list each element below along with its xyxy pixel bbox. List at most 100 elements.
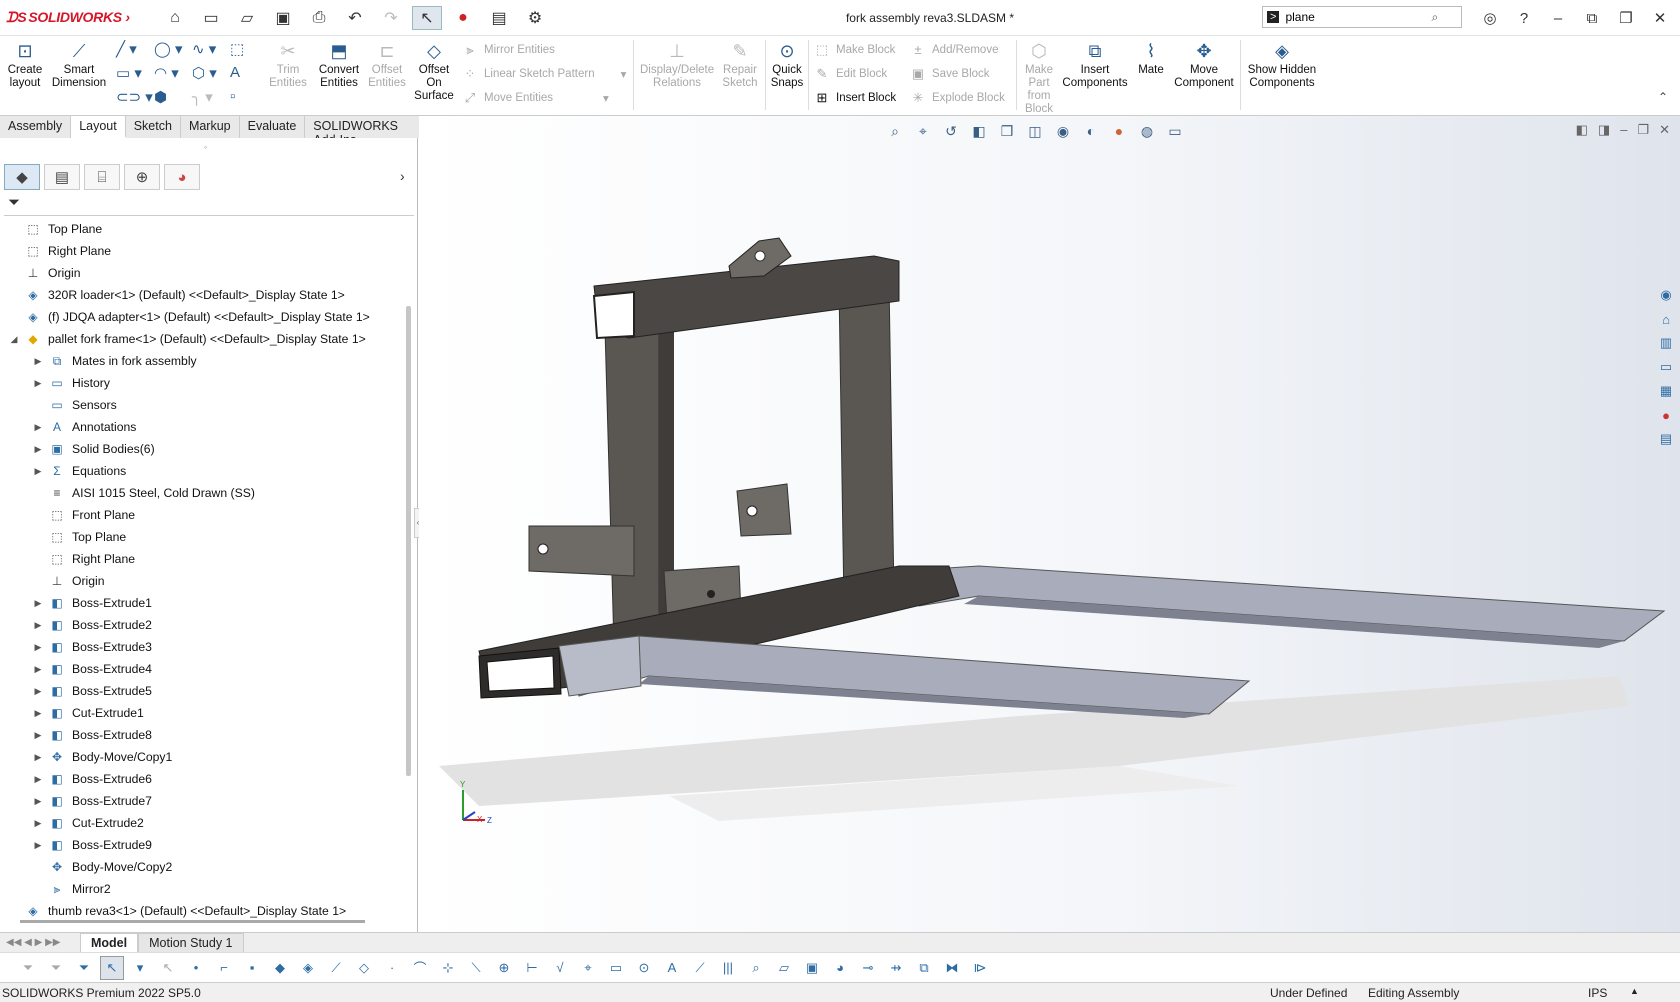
tree-node[interactable]: ⫸ Mirror2	[0, 878, 405, 900]
filter-mesh-fins-icon[interactable]: ⧓	[940, 956, 964, 980]
filter-planes-icon[interactable]: ◇	[352, 956, 376, 980]
add-remove-button[interactable]: ± Add/Remove	[910, 42, 998, 57]
filter-mid-plane-icon[interactable]: ⊸	[856, 956, 880, 980]
tree-node[interactable]: ⬚ Front Plane	[0, 504, 405, 526]
move-component-button[interactable]: ✥ Move Component	[1172, 36, 1236, 90]
tree-vertical-scrollbar[interactable]	[406, 306, 411, 776]
expand-arrow-icon[interactable]: ▶	[32, 444, 44, 455]
units-selector[interactable]: IPS	[1588, 986, 1607, 1000]
explode-block-button[interactable]: ✳ Explode Block	[910, 90, 1005, 106]
expand-arrow-icon[interactable]: ▶	[32, 642, 44, 653]
collapse-ribbon-icon[interactable]: ⌃	[1658, 90, 1668, 104]
filter-faces-icon[interactable]: ▪	[240, 956, 264, 980]
tree-node[interactable]: ≡ AISI 1015 Steel, Cold Drawn (SS)	[0, 482, 405, 504]
filter-surface-bodies-icon[interactable]: ◆	[268, 956, 292, 980]
tile-windows-icon[interactable]: ⧉	[1578, 6, 1606, 30]
save-block-button[interactable]: ▣ Save Block	[910, 66, 990, 82]
search-icon[interactable]: ⌕	[1431, 10, 1438, 25]
expand-panel-icon[interactable]: ›	[400, 168, 405, 184]
spline-icon[interactable]: ∿ ▾	[192, 40, 230, 58]
search-input[interactable]	[1285, 10, 1426, 24]
circle-icon[interactable]: ◯ ▾	[154, 40, 192, 58]
filter-weld-symbols-icon[interactable]: A	[660, 956, 684, 980]
close-icon[interactable]: ✕	[1646, 6, 1674, 30]
clear-filter-icon[interactable]: ⏷	[44, 956, 68, 980]
linear-sketch-pattern-button[interactable]: ⁘ Linear Sketch Pattern ▾	[462, 66, 627, 82]
tree-node[interactable]: ⊥ Origin	[0, 262, 405, 284]
make-block-button[interactable]: ⬚ Make Block	[814, 42, 896, 58]
quick-snaps-button[interactable]: ⊙ Quick Snaps	[768, 36, 806, 90]
expand-arrow-icon[interactable]: ▶	[32, 422, 44, 433]
tree-node[interactable]: ▶ ◧ Boss-Extrude7	[0, 790, 405, 812]
expand-arrow-icon[interactable]: ▶	[32, 620, 44, 631]
point-icon[interactable]: ▫	[230, 88, 268, 106]
expand-arrow-icon[interactable]: ▶	[32, 664, 44, 675]
configuration-manager-tab-icon[interactable]: ⌸	[84, 164, 120, 190]
mirror-entities-button[interactable]: ⫸ Mirror Entities	[462, 42, 555, 58]
tree-node[interactable]: ▶ ◧ Boss-Extrude4	[0, 658, 405, 680]
smart-dimension-button[interactable]: ⟋ Smart Dimension	[50, 36, 108, 90]
rectangle-icon[interactable]: ▭ ▾	[116, 64, 154, 82]
toggle-filter-icon[interactable]: ⏷	[16, 956, 40, 980]
filter-dimensions-icon[interactable]: ⊢	[520, 956, 544, 980]
property-manager-tab-icon[interactable]: ▤	[44, 164, 80, 190]
expand-arrow-icon[interactable]: ▶	[32, 598, 44, 609]
insert-components-button[interactable]: ⧉ Insert Components	[1060, 36, 1130, 90]
filter-edges-icon[interactable]: ⌐	[212, 956, 236, 980]
tree-node[interactable]: ◈ 320R loader<1> (Default) <<Default>_Dis…	[0, 284, 405, 306]
tree-node[interactable]: ▶ ◧ Boss-Extrude2	[0, 614, 405, 636]
file-explorer-icon[interactable]: ▭	[1654, 356, 1678, 378]
tree-node[interactable]: ◢ ◆ pallet fork frame<1> (Default) <<Defau…	[0, 328, 405, 350]
display-delete-relations-button[interactable]: ⊥ Display/Delete Relations	[640, 36, 714, 90]
collapse-arrow-icon[interactable]: ◢	[8, 334, 20, 345]
construction-icon[interactable]: ⬚	[230, 40, 268, 58]
tab-solidworks-addins[interactable]: SOLIDWORKS Add-Ins	[305, 116, 420, 147]
trim-entities-button[interactable]: ✂ Trim Entities	[268, 36, 308, 90]
hexagon-icon[interactable]: ⬢	[154, 88, 192, 106]
tree-node[interactable]: ▶ A Annotations	[0, 416, 405, 438]
tree-node[interactable]: ▶ ▭ History	[0, 372, 405, 394]
create-layout-button[interactable]: ⊡ Create layout	[4, 36, 46, 90]
tree-node[interactable]: ▶ ◧ Boss-Extrude3	[0, 636, 405, 658]
expand-arrow-icon[interactable]: ▶	[32, 356, 44, 367]
expand-arrow-icon[interactable]: ▶	[32, 774, 44, 785]
filter-dowel-pins-icon[interactable]: ▱	[772, 956, 796, 980]
tree-node[interactable]: ▶ ◧ Cut-Extrude2	[0, 812, 405, 834]
filter-routing-points-icon[interactable]: ◕	[828, 956, 852, 980]
tree-node[interactable]: ▶ ◧ Boss-Extrude1	[0, 592, 405, 614]
fork-assembly-model[interactable]	[419, 116, 1680, 932]
tree-node[interactable]: ▶ ◧ Boss-Extrude6	[0, 768, 405, 790]
select-arrow-icon[interactable]: ↖	[100, 955, 124, 980]
user-account-icon[interactable]: ◎	[1476, 6, 1504, 30]
filter-sketch-points-icon[interactable]: ⊹	[436, 956, 460, 980]
tab-motion-study-1[interactable]: Motion Study 1	[138, 932, 244, 953]
tree-node[interactable]: ⊥ Origin	[0, 570, 405, 592]
tree-node[interactable]: ▶ ◧ Boss-Extrude8	[0, 724, 405, 746]
tree-node[interactable]: ▭ Sensors	[0, 394, 405, 416]
tree-node[interactable]: ▶ ▣ Solid Bodies(6)	[0, 438, 405, 460]
expand-arrow-icon[interactable]: ▶	[32, 466, 44, 477]
tab-layout[interactable]: Layout	[71, 116, 126, 138]
tree-node[interactable]: ◈ thumb reva3<1> (Default) <<Default>_Dis…	[0, 900, 405, 918]
expand-arrow-icon[interactable]: ▶	[32, 708, 44, 719]
filter-cosmetic-threads-icon[interactable]: |||	[716, 956, 740, 980]
custom-properties-icon[interactable]: ▤	[1654, 428, 1678, 450]
feature-manager-tab-icon[interactable]: ◆	[4, 164, 40, 190]
help-icon[interactable]: ?	[1510, 6, 1538, 30]
expand-arrow-icon[interactable]: ▶	[32, 840, 44, 851]
filter-center-marks-icon[interactable]: ⊕	[492, 956, 516, 980]
filter-datum-features-icon[interactable]: ⟋	[688, 956, 712, 980]
edit-block-button[interactable]: ✎ Edit Block	[814, 66, 888, 82]
expand-arrow-icon[interactable]: ▶	[32, 796, 44, 807]
tab-scroll-arrows[interactable]: ◀◀ ◀ ▶ ▶▶	[0, 937, 80, 948]
expand-arrow-icon[interactable]: ▶	[32, 686, 44, 697]
convert-entities-button[interactable]: ⬒ Convert Entities	[314, 36, 364, 90]
filter-geometric-tolerance-icon[interactable]: ⌖	[576, 956, 600, 980]
tree-node[interactable]: ▶ ◧ Boss-Extrude9	[0, 834, 405, 856]
filter-notes-icon[interactable]: ▭	[604, 956, 628, 980]
offset-on-surface-button[interactable]: ◇ Offset On Surface	[412, 36, 456, 103]
tree-node[interactable]: ⬚ Top Plane	[0, 218, 405, 240]
search-box[interactable]: > ⌕	[1262, 6, 1462, 28]
polygon-icon[interactable]: ⬡ ▾	[192, 64, 230, 82]
display-manager-tab-icon[interactable]: ◕	[164, 164, 200, 190]
